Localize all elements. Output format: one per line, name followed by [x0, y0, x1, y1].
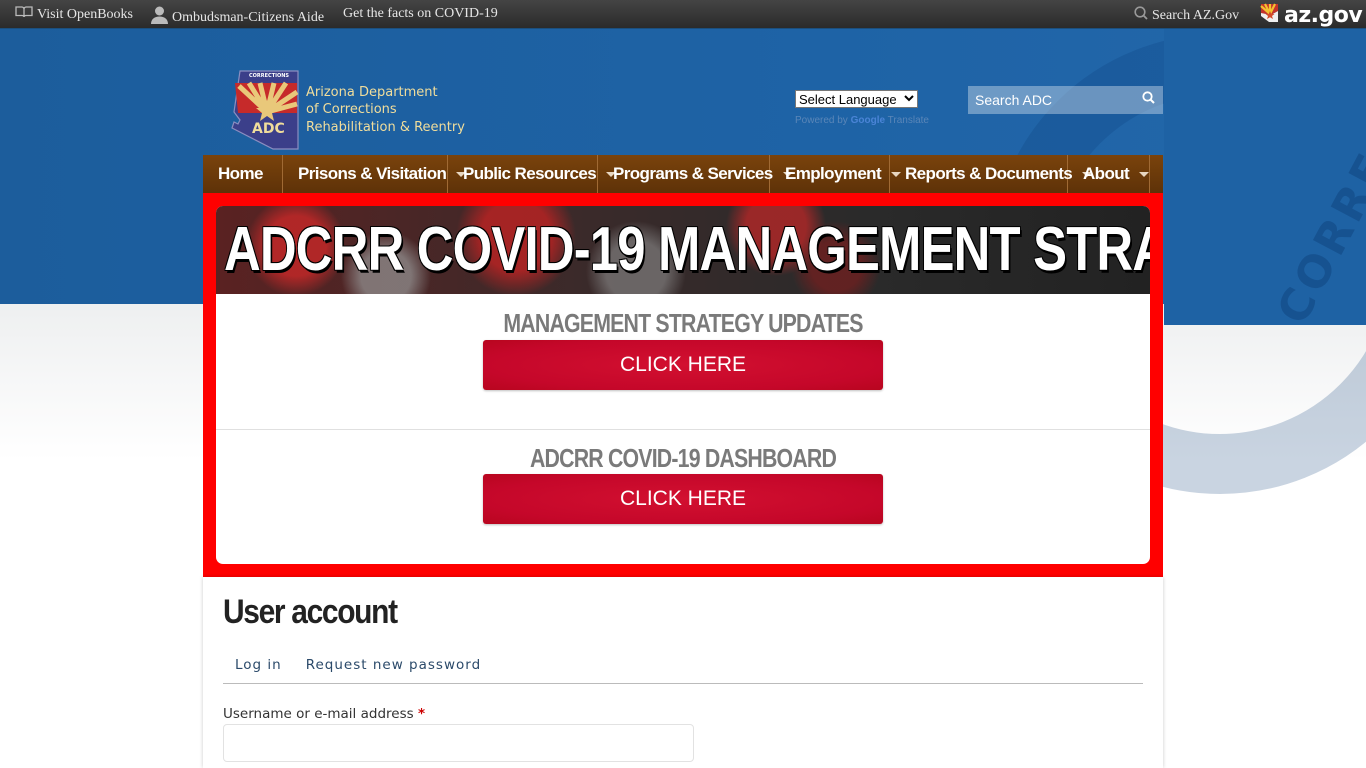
openbooks-link[interactable]: Visit OpenBooks [15, 6, 133, 23]
nav-reports-documents[interactable]: Reports & Documents [890, 155, 1093, 193]
covid-dashboard-section: ADCRR COVID-19 DASHBOARD CLICK HERE [216, 429, 1150, 564]
caret-down-icon [1139, 171, 1150, 177]
ombudsman-label: Ombudsman-Citizens Aide [172, 9, 325, 25]
chevron-down-icon [904, 94, 914, 105]
search-icon [1134, 6, 1148, 25]
covid-facts-link[interactable]: Get the facts on COVID-19 [343, 6, 498, 22]
ombudsman-link[interactable]: Ombudsman-Citizens Aide [151, 6, 324, 29]
search-azgov-label: Search AZ.Gov [1152, 7, 1240, 23]
account-tabs: Log in Request new password [223, 655, 1143, 684]
username-input[interactable] [223, 724, 694, 762]
language-select-value: Select Language [799, 91, 897, 107]
nav-public-resources-label: Public Resources [463, 164, 597, 183]
nav-public-resources[interactable]: Public Resources [448, 155, 617, 193]
search-icon [1141, 91, 1155, 109]
azgov-logo-text: az.gov [1284, 2, 1363, 28]
azgov-logo[interactable]: az.gov [1259, 2, 1363, 29]
username-label-text: Username or e-mail address [223, 706, 414, 722]
nav-programs-services-label: Programs & Services [613, 164, 773, 183]
tab-request-new-password[interactable]: Request new password [294, 655, 493, 683]
covid-facts-label: Get the facts on COVID-19 [343, 6, 498, 21]
badge-bottom-text: ADC [252, 121, 285, 137]
person-icon [151, 6, 168, 29]
page-title: User account [223, 593, 398, 631]
openbooks-label: Visit OpenBooks [37, 6, 133, 22]
covid-alert-block: ADCRR COVID-19 MANAGEMENT STRATEGY MANAG… [203, 193, 1163, 577]
nav-about[interactable]: About [1068, 155, 1150, 193]
agency-name: Arizona Department of Corrections Rehabi… [306, 84, 465, 137]
adc-badge-icon: CORRECTIONS ADC [231, 70, 299, 150]
main-nav: Home Prisons & Visitation Public Resourc… [203, 155, 1163, 193]
agency-name-line-3: Rehabilitation & Reentry [306, 119, 465, 135]
nav-reports-documents-label: Reports & Documents [905, 164, 1073, 183]
nav-employment[interactable]: Employment [770, 155, 902, 193]
agency-name-line-2: of Corrections [306, 102, 397, 118]
username-label: Username or e-mail address * [223, 706, 425, 722]
tab-log-in[interactable]: Log in [223, 655, 294, 683]
required-marker: * [417, 706, 426, 722]
management-updates-section: MANAGEMENT STRATEGY UPDATES CLICK HERE [216, 294, 1150, 429]
covid-dashboard-title: ADCRR COVID-19 DASHBOARD [529, 443, 837, 473]
book-icon [15, 6, 33, 23]
nav-employment-label: Employment [785, 164, 882, 183]
adc-logo[interactable]: CORRECTIONS ADC Arizona Department of Co… [231, 70, 465, 150]
nav-home[interactable]: Home [203, 155, 283, 193]
badge-top-text: CORRECTIONS [249, 73, 290, 79]
search-input[interactable] [968, 92, 1128, 108]
translate-link[interactable]: Translate [888, 115, 929, 126]
nav-prisons-visitation-label: Prisons & Visitation [298, 164, 447, 183]
site-search [968, 86, 1163, 114]
powered-by-google: Powered by Google Translate [795, 115, 929, 126]
covid-alert-inner: ADCRR COVID-19 MANAGEMENT STRATEGY MANAG… [216, 206, 1150, 564]
nav-programs-services[interactable]: Programs & Services [598, 155, 793, 193]
language-select[interactable]: Select Language [795, 90, 918, 108]
google-brand[interactable]: Google [851, 115, 885, 126]
agency-name-line-1: Arizona Department [306, 84, 438, 100]
utility-bar: Visit OpenBooks Ombudsman-Citizens Aide … [0, 0, 1366, 29]
powered-by-prefix: Powered by [795, 115, 848, 126]
arizona-flag-icon [1259, 2, 1281, 29]
nav-about-label: About [1083, 164, 1130, 183]
search-button[interactable] [1133, 86, 1163, 114]
covid-dashboard-button[interactable]: CLICK HERE [483, 474, 883, 524]
nav-prisons-visitation[interactable]: Prisons & Visitation [283, 155, 467, 193]
management-updates-title: MANAGEMENT STRATEGY UPDATES [503, 308, 863, 338]
management-updates-button[interactable]: CLICK HERE [483, 340, 883, 390]
covid-banner-title: ADCRR COVID-19 MANAGEMENT STRATEGY [224, 215, 1150, 284]
main-content: User account Log in Request new password… [203, 577, 1163, 768]
covid-banner: ADCRR COVID-19 MANAGEMENT STRATEGY [216, 206, 1150, 294]
nav-home-label: Home [218, 164, 263, 183]
search-azgov-link[interactable]: Search AZ.Gov [1134, 6, 1239, 25]
